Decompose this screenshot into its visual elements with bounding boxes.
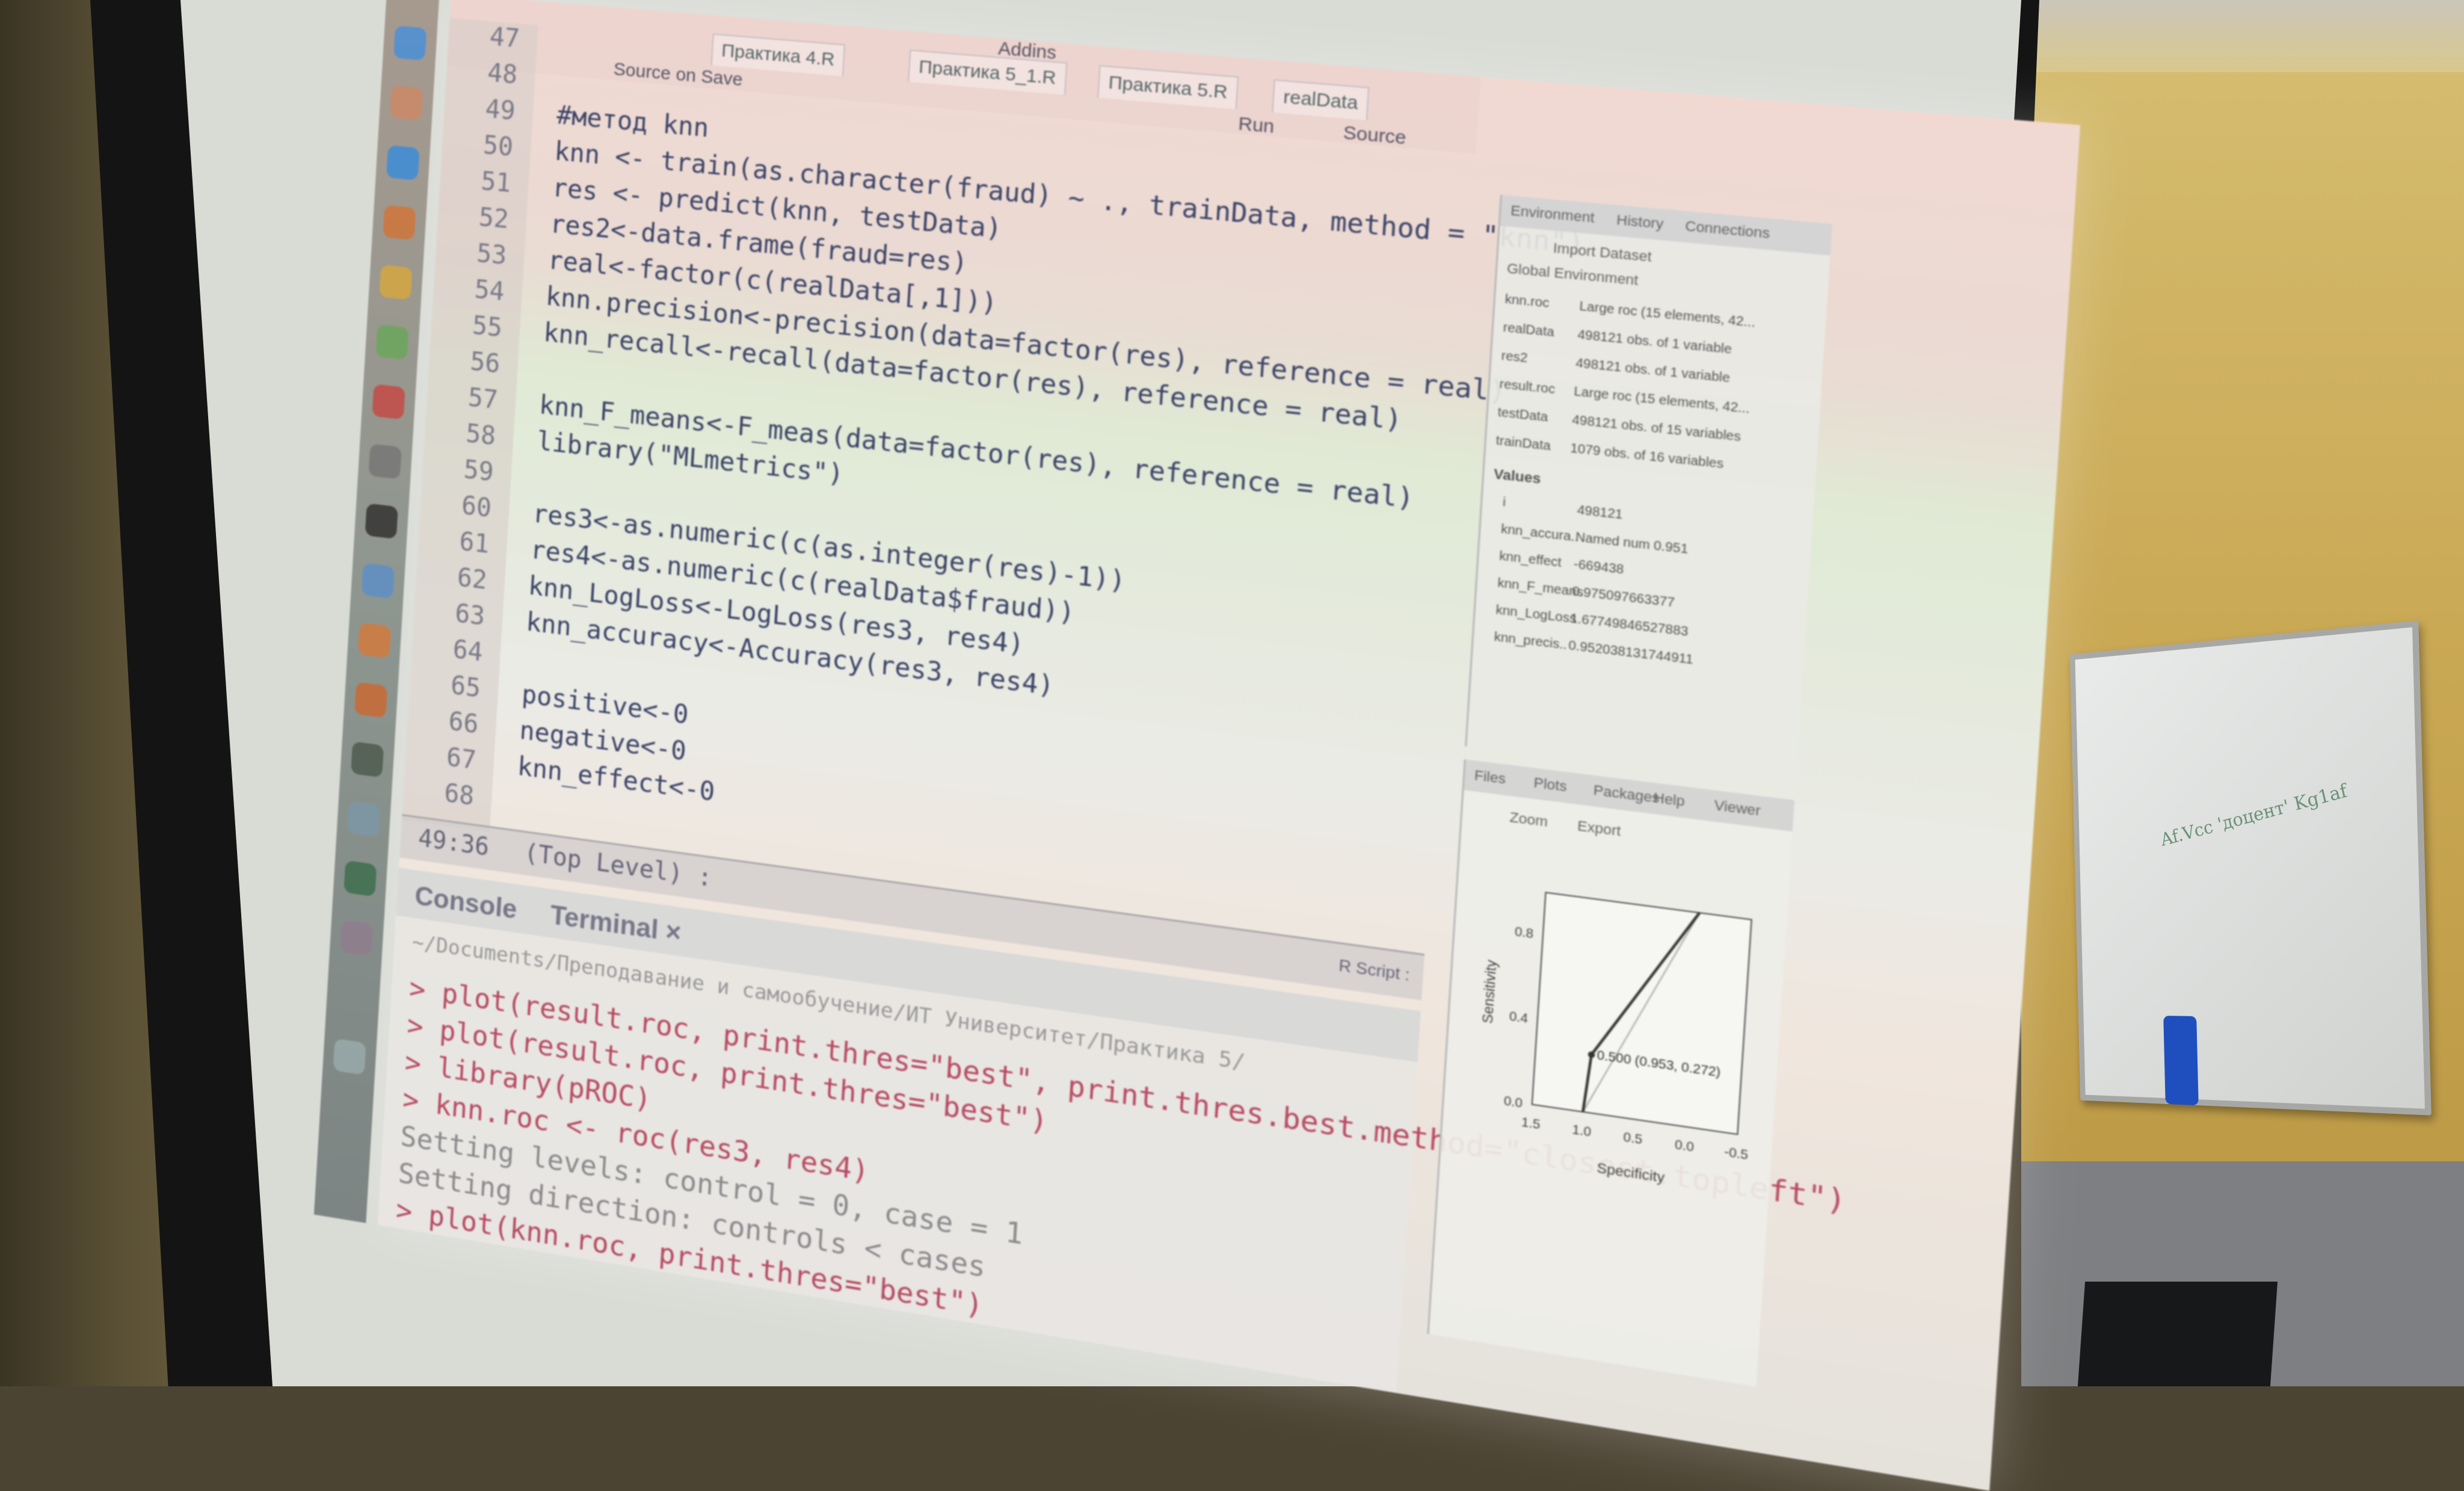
zoom-button[interactable]: Zoom (1509, 809, 1548, 830)
env-var-value: 498121 (1577, 503, 1623, 522)
run-button[interactable]: Run (1237, 113, 1275, 138)
x-tick-label: 0.5 (1623, 1130, 1643, 1147)
x-tick-label: -0.5 (1724, 1145, 1749, 1163)
app-icon[interactable] (354, 682, 387, 718)
global-environment-selector[interactable]: Global Environment (1506, 260, 1639, 289)
whiteboard-text: Af.Vcc 'доцент' Kg1af (2159, 780, 2349, 851)
code-line[interactable]: knn_effect<-0 (517, 751, 716, 807)
app-icon[interactable] (343, 860, 377, 897)
plot-area (1532, 892, 1752, 1134)
app-icon[interactable] (351, 741, 384, 777)
values-header: Values (1493, 466, 1541, 487)
maps-icon[interactable] (375, 324, 408, 360)
tab-files[interactable]: Files (1474, 767, 1506, 788)
photos-icon[interactable] (379, 265, 412, 300)
line-number: 51 (445, 162, 512, 198)
tab-terminal[interactable]: Terminal × (549, 900, 682, 949)
whiteboard: Af.Vcc 'доцент' Kg1af (2070, 620, 2432, 1116)
env-var-value: 0.952038131744911 (1568, 638, 1694, 667)
line-number: 53 (441, 235, 508, 270)
import-dataset-button[interactable]: Import Dataset (1553, 239, 1652, 265)
tab-history[interactable]: History (1616, 212, 1664, 233)
y-tick-label: 0.0 (1503, 1094, 1523, 1111)
safari-icon[interactable] (386, 145, 420, 181)
env-var-value: 1.67749846527883 (1569, 611, 1689, 639)
env-var-value: 0.975097663377 (1571, 584, 1675, 610)
scope-selector[interactable]: (Top Level) : (523, 839, 713, 892)
env-var-name: res2 (1501, 349, 1576, 371)
monitor-corner (2078, 1282, 2278, 1386)
env-value-row[interactable]: knn_effect -669438 (1499, 549, 1624, 578)
env-var-value: Large roc (15 elements, 42... (1574, 384, 1751, 416)
env-var-name: realData (1503, 321, 1578, 343)
export-button[interactable]: Export (1577, 818, 1621, 840)
tab-viewer[interactable]: Viewer (1714, 797, 1761, 820)
terminal-icon[interactable] (365, 503, 398, 539)
env-var-name: knn_effect (1499, 549, 1574, 572)
env-var-name: knn_precis.. (1494, 630, 1569, 653)
plots-pane: Files Plots Packages Help Viewer Zoom Export… (1427, 759, 1794, 1387)
calendar-icon[interactable] (372, 384, 405, 419)
app-icon[interactable] (347, 801, 380, 838)
env-var-name: i (1502, 495, 1577, 518)
settings-icon[interactable] (368, 443, 401, 479)
env-var-name: trainData (1495, 434, 1571, 456)
tab-realdata[interactable]: realData (1272, 79, 1370, 120)
y-axis-label: Sensitivity (1479, 958, 1500, 1024)
rstudio-icon[interactable] (362, 563, 395, 599)
whiteboard-eraser (2163, 1016, 2199, 1105)
env-var-value: 498121 obs. of 1 variable (1577, 328, 1732, 357)
room-ceiling (2021, 0, 2464, 72)
env-var-value: 498121 obs. of 1 variable (1575, 356, 1731, 386)
line-number: 52 (443, 199, 510, 234)
finder-icon[interactable] (393, 25, 427, 60)
tab-help[interactable]: Help (1653, 789, 1686, 810)
line-number: 50 (448, 126, 514, 162)
trash-icon[interactable] (333, 1039, 366, 1075)
code-line[interactable]: #метод knn (556, 100, 710, 143)
tab-praktika-5[interactable]: Практика 5.R (1097, 65, 1239, 110)
env-var-name: result.roc (1499, 377, 1574, 400)
tab-plots[interactable]: Plots (1533, 774, 1568, 795)
env-var-name: knn_accura.. (1500, 522, 1575, 545)
tab-environment[interactable]: Environment (1510, 202, 1595, 226)
tab-console[interactable]: Console (414, 881, 518, 925)
line-number: 48 (452, 55, 519, 90)
x-tick-label: 0.0 (1674, 1138, 1694, 1155)
env-var-value: 1079 obs. of 16 variables (1570, 441, 1724, 471)
app-icon[interactable] (340, 919, 373, 956)
file-type-selector[interactable]: R Script : (1338, 955, 1411, 985)
x-axis-label: Specificity (1597, 1159, 1666, 1186)
launchpad-icon[interactable] (390, 85, 424, 120)
x-tick-label: 1.5 (1521, 1115, 1541, 1132)
line-number: 49 (449, 90, 516, 125)
env-var-name: knn.roc (1505, 292, 1580, 314)
tab-connections[interactable]: Connections (1684, 218, 1770, 242)
env-var-value: Named num 0.951 (1575, 530, 1689, 557)
roc-chart: 0.500 (0.953, 0.272)1.5 1.0 0.5 0.0 -0.50.00… (1467, 872, 1773, 1215)
env-var-name: testData (1497, 406, 1572, 428)
environment-tabs: Environment History Connections (1500, 195, 1832, 256)
source-button[interactable]: Source (1343, 122, 1407, 149)
environment-pane: Environment History Connections Import D… (1465, 195, 1832, 787)
y-tick-label: 0.8 (1514, 925, 1534, 942)
y-tick-label: 0.4 (1509, 1009, 1529, 1026)
env-var-value: Large roc (15 elements, 42... (1579, 299, 1756, 330)
line-number: 47 (454, 19, 520, 54)
tab-packages[interactable]: Packages (1593, 782, 1660, 807)
mail-icon[interactable] (383, 205, 416, 241)
x-tick-label: 1.0 (1572, 1123, 1592, 1140)
cursor-position: 49:36 (417, 824, 490, 862)
env-var-value: 498121 obs. of 15 variables (1572, 413, 1742, 444)
env-var-name: knn_LogLoss (1495, 603, 1571, 626)
env-value-row[interactable]: i498121 (1502, 495, 1623, 523)
app-icon[interactable] (358, 622, 391, 658)
env-var-value: -669438 (1573, 557, 1624, 577)
env-var-name: knn_F_means (1497, 576, 1572, 599)
